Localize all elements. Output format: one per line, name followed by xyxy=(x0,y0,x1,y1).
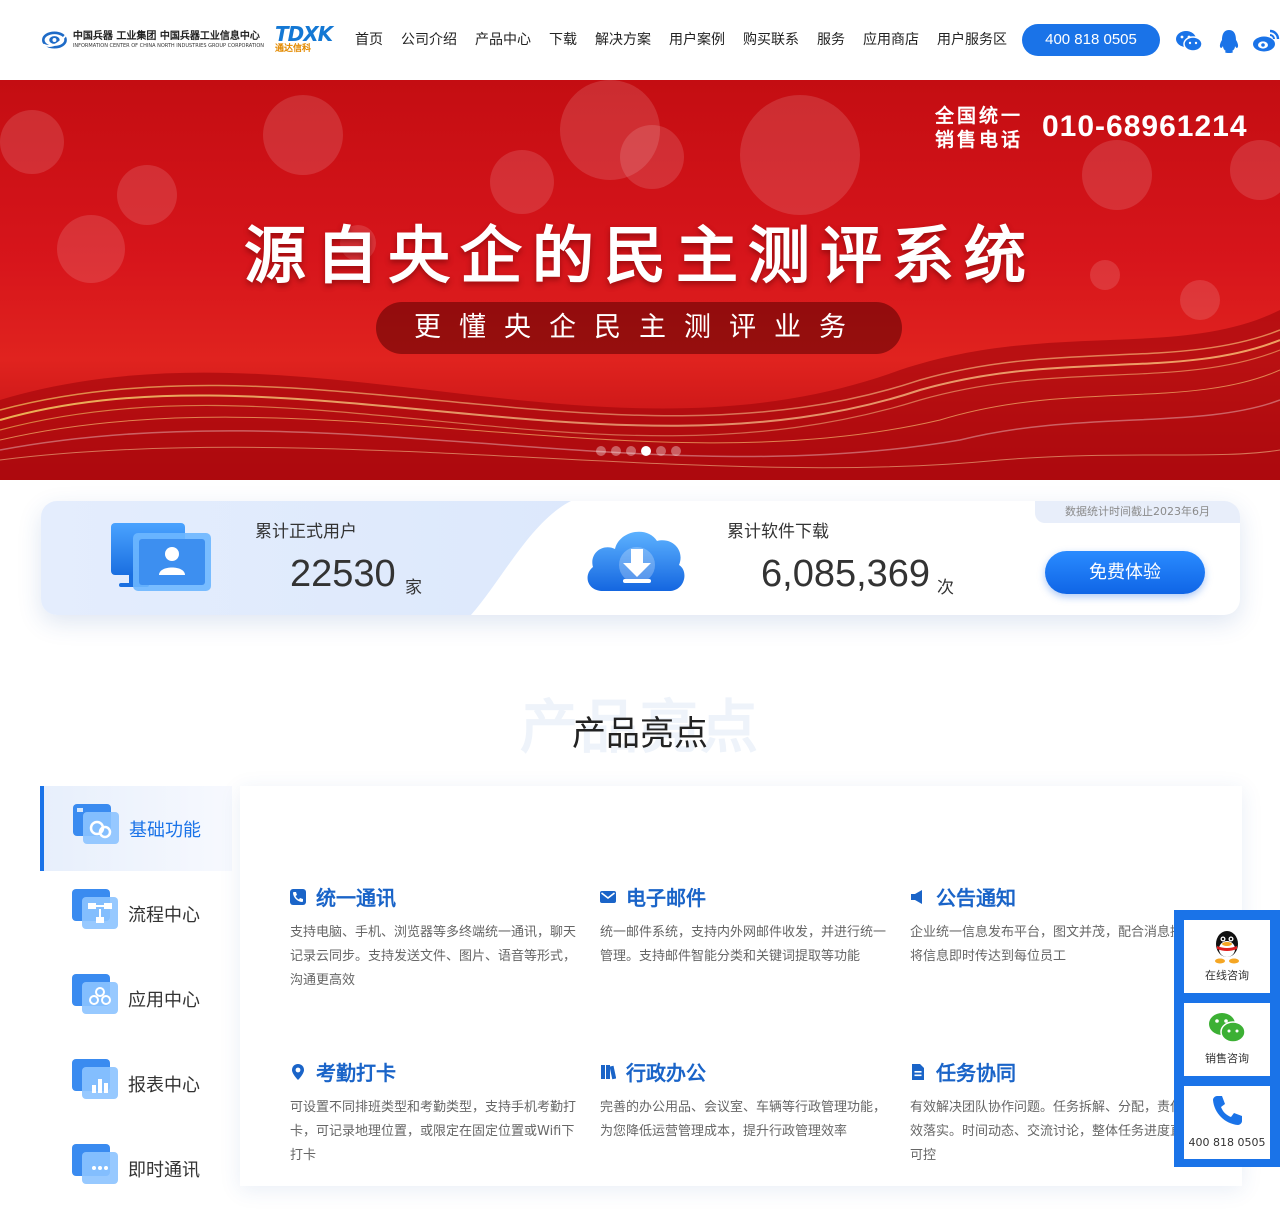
section-title: 产品亮点 xyxy=(572,714,708,754)
carousel-dot[interactable] xyxy=(611,446,621,456)
phone-icon xyxy=(1213,1096,1242,1125)
feature-announcement: 公告通知 企业统一信息发布平台，图文并茂，配合消息提醒将信息即时传达到每位员工 xyxy=(910,882,1200,969)
nav-solutions[interactable]: 解决方案 xyxy=(595,31,651,49)
feature-email: 电子邮件 统一邮件系统，支持内外网邮件收发，并进行统一管理。支持邮件智能分类和关… xyxy=(600,882,890,969)
phone-consult-button[interactable]: 400 818 0505 xyxy=(1184,1086,1270,1159)
report-icon xyxy=(72,1059,118,1099)
megaphone-icon xyxy=(911,889,922,904)
online-consult-label: 在线咨询 xyxy=(1205,969,1249,982)
feature-desc: 企业统一信息发布平台，图文并茂，配合消息提醒将信息即时传达到每位员工 xyxy=(910,925,1197,964)
location-pin-icon xyxy=(292,1063,304,1080)
tdxk-logo-text: TDXK xyxy=(275,22,333,46)
logo-sub-en: INFORMATION CENTER OF CHINA NORTH INDUST… xyxy=(72,43,264,49)
norinco-emblem-icon xyxy=(42,31,67,49)
feature-title: 考勤打卡 xyxy=(316,1061,396,1085)
banner-title: 源自央企的民主测评系统 xyxy=(243,219,1036,292)
carousel-dot[interactable] xyxy=(626,446,636,456)
users-unit: 家 xyxy=(405,578,422,598)
downloads-label: 累计软件下载 xyxy=(727,522,829,542)
feature-desc: 有效解决团队协作问题。任务拆解、分配，责任有效落实。时间动态、交流讨论，整体任务… xyxy=(910,1100,1197,1163)
downloads-unit: 次 xyxy=(937,578,954,598)
carousel-dot[interactable] xyxy=(596,446,606,456)
tdxk-logo[interactable]: TDXK 通达信科 xyxy=(275,24,341,56)
books-icon xyxy=(601,1064,616,1079)
logo-sub-text: 中国兵器工业信息中心 xyxy=(159,31,260,42)
basic-functions-icon xyxy=(73,804,119,844)
tab-label: 应用中心 xyxy=(128,990,200,1011)
tab-label: 即时通讯 xyxy=(128,1160,200,1181)
wechat-icon[interactable] xyxy=(1175,28,1203,54)
feature-task-collaboration: 任务协同 有效解决团队协作问题。任务拆解、分配，责任有效落实。时间动态、交流讨论… xyxy=(910,1057,1200,1168)
wechat-icon xyxy=(1209,1013,1246,1043)
tab-label: 基础功能 xyxy=(129,820,201,841)
nav-products[interactable]: 产品中心 xyxy=(475,31,531,49)
feature-tabs: 基础功能 流程中心 应用中心 报表中心 即时通讯 xyxy=(40,786,232,1211)
stats-date-note: 数据统计时间截止2023年6月 xyxy=(1035,501,1240,523)
cloud-download-icon xyxy=(587,531,685,591)
document-icon xyxy=(912,1063,924,1080)
weibo-icon[interactable] xyxy=(1252,28,1280,54)
feature-title: 公告通知 xyxy=(936,886,1016,910)
feature-desc: 完善的办公用品、会议室、车辆等行政管理功能，为您降低运营管理成本，提升行政管理效… xyxy=(600,1100,887,1139)
free-trial-button[interactable]: 免费体验 xyxy=(1045,551,1205,594)
feature-unified-communication: 统一通讯 支持电脑、手机、浏览器等多终端统一通讯，聊天记录云同步。支持发送文件、… xyxy=(290,882,580,993)
sales-consult-label: 销售咨询 xyxy=(1205,1052,1249,1065)
banner-subtitle: 更懂央企民主测评业务 xyxy=(376,302,902,354)
norinco-logo[interactable]: 中国兵器 工业集团 中国兵器工业信息中心 INFORMATION CENTER … xyxy=(42,24,264,56)
feature-administration: 行政办公 完善的办公用品、会议室、车辆等行政管理功能，为您降低运营管理成本，提升… xyxy=(600,1057,890,1144)
tab-label: 流程中心 xyxy=(128,905,200,926)
users-value: 22530 xyxy=(290,553,396,595)
nav-app-store[interactable]: 应用商店 xyxy=(863,31,919,49)
tab-label: 报表中心 xyxy=(128,1075,200,1096)
app-center-icon xyxy=(72,974,118,1014)
feature-attendance: 考勤打卡 可设置不同排班类型和考勤类型，支持手机考勤打卡，可记录地理位置，或限定… xyxy=(290,1057,580,1168)
floating-contact-bar: 在线咨询 销售咨询 400 818 0505 xyxy=(1174,910,1280,1167)
qq-penguin-icon xyxy=(1215,931,1239,964)
nav-cases[interactable]: 用户案例 xyxy=(669,31,725,49)
feature-title: 统一通讯 xyxy=(316,886,396,910)
mail-icon xyxy=(600,890,616,903)
nav-home[interactable]: 首页 xyxy=(355,31,383,49)
qq-icon[interactable] xyxy=(1218,28,1240,54)
feature-desc: 支持电脑、手机、浏览器等多终端统一通讯，聊天记录云同步。支持发送文件、图片、语音… xyxy=(290,925,577,988)
workflow-icon xyxy=(72,889,118,929)
instant-messaging-icon xyxy=(72,1144,118,1184)
carousel-dot[interactable] xyxy=(671,446,681,456)
tab-basic-functions[interactable]: 基础功能 xyxy=(40,786,232,871)
tab-workflow-center[interactable]: 流程中心 xyxy=(40,871,232,956)
users-label: 累计正式用户 xyxy=(255,522,357,542)
tab-report-center[interactable]: 报表中心 xyxy=(40,1041,232,1126)
user-monitor-icon xyxy=(111,523,211,591)
nav-download[interactable]: 下载 xyxy=(549,31,577,49)
nav-user-area[interactable]: 用户服务区 xyxy=(937,31,1007,49)
feature-desc: 统一邮件系统，支持内外网邮件收发，并进行统一管理。支持邮件智能分类和关键词提取等… xyxy=(600,925,887,964)
nav-contact[interactable]: 购买联系 xyxy=(743,31,799,49)
carousel-dots xyxy=(596,446,681,456)
tab-app-center[interactable]: 应用中心 xyxy=(40,956,232,1041)
feature-title: 任务协同 xyxy=(936,1061,1016,1085)
tab-instant-messaging[interactable]: 即时通讯 xyxy=(40,1126,232,1211)
stats-card: 累计正式用户 22530 家 累计软件下载 6,085,369 次 数据统计时间… xyxy=(41,501,1240,615)
hero-banner[interactable]: 全国统一 销售电话 010-68961214 源自央企的民主测评系统 更懂央企民… xyxy=(0,80,1280,480)
sales-consult-button[interactable]: 销售咨询 xyxy=(1184,1003,1270,1076)
nav-about[interactable]: 公司介绍 xyxy=(401,31,457,49)
header-phone-button[interactable]: 400 818 0505 xyxy=(1022,24,1160,56)
feature-panel: 统一通讯 支持电脑、手机、浏览器等多终端统一通讯，聊天记录云同步。支持发送文件、… xyxy=(240,786,1242,1186)
nav-service[interactable]: 服务 xyxy=(817,31,845,49)
hotline-label: 全国统一 销售电话 xyxy=(935,105,1024,151)
hotline-number: 010-68961214 xyxy=(1042,110,1248,143)
downloads-value: 6,085,369 xyxy=(761,553,931,595)
carousel-dot-active[interactable] xyxy=(641,446,651,456)
feature-title: 行政办公 xyxy=(626,1061,706,1085)
feature-desc: 可设置不同排班类型和考勤类型，支持手机考勤打卡，可记录地理位置，或限定在固定位置… xyxy=(290,1100,577,1163)
phone-consult-label: 400 818 0505 xyxy=(1188,1136,1266,1149)
carousel-dot[interactable] xyxy=(656,446,666,456)
main-nav: 首页 公司介绍 产品中心 下载 解决方案 用户案例 购买联系 服务 应用商店 用… xyxy=(355,31,1025,49)
online-consult-button[interactable]: 在线咨询 xyxy=(1184,920,1270,993)
feature-title: 电子邮件 xyxy=(626,886,706,910)
site-header: 中国兵器 工业集团 中国兵器工业信息中心 INFORMATION CENTER … xyxy=(0,0,1280,81)
phone-icon xyxy=(290,888,306,905)
logo-main-text: 中国兵器 工业集团 xyxy=(72,31,157,42)
